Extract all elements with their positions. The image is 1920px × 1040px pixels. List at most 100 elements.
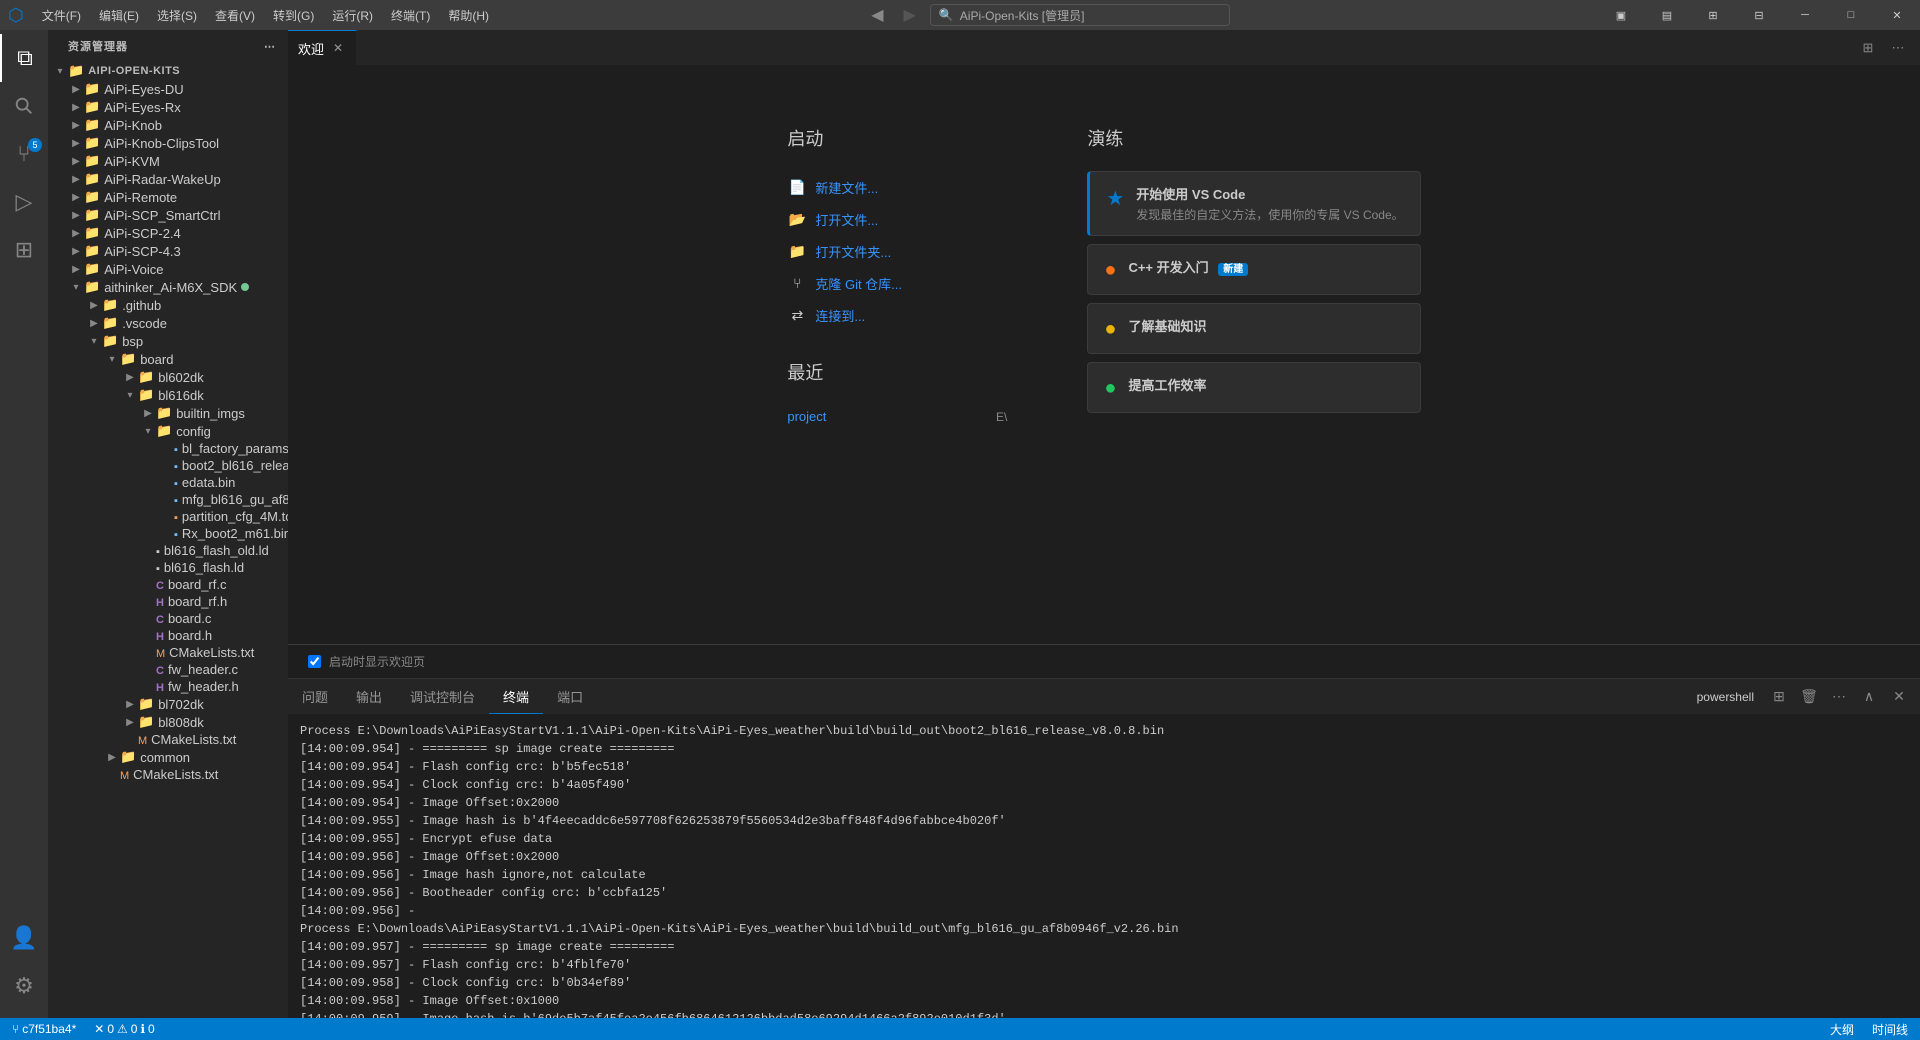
menu-select[interactable]: 选择(S) xyxy=(149,5,205,26)
show-on-startup-checkbox[interactable] xyxy=(308,655,321,668)
tree-item-bl-factory-params[interactable]: ▶ ▪ bl_factory_params_IoTKitA_au... xyxy=(48,440,288,457)
activity-settings-icon[interactable]: ⚙ xyxy=(0,962,48,1010)
tree-item-edata-bin[interactable]: ▶ ▪ edata.bin xyxy=(48,474,288,491)
terminal[interactable]: Process E:\Downloads\AiPiEasyStartV1.1.1… xyxy=(288,714,1920,1018)
tree-item-common[interactable]: ▶ 📁 common xyxy=(48,748,288,766)
tree-item-bl616-flash[interactable]: ▶ ▪ bl616_flash.ld xyxy=(48,559,288,576)
connect-link[interactable]: ⇄ 连接到... xyxy=(787,299,1007,331)
tab-welcome[interactable]: 欢迎 ✕ xyxy=(288,30,357,65)
layout-icon-1[interactable]: ▣ xyxy=(1598,0,1644,30)
layout-icon-2[interactable]: ▤ xyxy=(1644,0,1690,30)
panel-tab-ports[interactable]: 端口 xyxy=(543,679,597,714)
split-terminal-icon[interactable]: ⊞ xyxy=(1766,684,1792,710)
split-editor-icon[interactable]: ⊞ xyxy=(1854,34,1882,62)
tree-item-aipi-kvm[interactable]: ▶ 📁 AiPi-KVM xyxy=(48,152,288,170)
tree-item-aipi-knob[interactable]: ▶ 📁 AiPi-Knob xyxy=(48,116,288,134)
practice-card-basics[interactable]: ● 了解基础知识 xyxy=(1087,303,1420,354)
tree-item-board-rfh[interactable]: ▶ H board_rf.h xyxy=(48,593,288,610)
tree-item-cmakelists-bsp[interactable]: ▶ M CMakeLists.txt xyxy=(48,731,288,748)
tree-item-aipi-scp-2-4[interactable]: ▶ 📁 AiPi-SCP-2.4 xyxy=(48,224,288,242)
tree-item-fw-header-c[interactable]: ▶ C fw_header.c xyxy=(48,661,288,678)
new-file-link[interactable]: 📄 新建文件... xyxy=(787,171,1007,203)
practice-card-vscode[interactable]: ★ 开始使用 VS Code 发现最佳的自定义方法，使用你的专属 VS Code… xyxy=(1087,171,1420,236)
window-close-button[interactable]: ✕ xyxy=(1874,0,1920,30)
menu-view[interactable]: 查看(V) xyxy=(207,5,263,26)
kill-terminal-icon[interactable]: 🗑 xyxy=(1796,684,1822,710)
tree-item-bl602dk[interactable]: ▶ 📁 bl602dk xyxy=(48,368,288,386)
timeline-item[interactable]: 时间线 xyxy=(1868,1018,1912,1040)
tree-item-aipi-scp-4-3[interactable]: ▶ 📁 AiPi-SCP-4.3 xyxy=(48,242,288,260)
tree-item-fw-header-h[interactable]: ▶ H fw_header.h xyxy=(48,678,288,695)
outline-item[interactable]: 大纲 xyxy=(1826,1018,1858,1040)
errors-item[interactable]: ✕ 0 ⚠ 0 ℹ 0 xyxy=(90,1018,158,1040)
activity-extensions-icon[interactable]: ⊞ xyxy=(0,226,48,274)
tree-item-board[interactable]: ▾ 📁 board xyxy=(48,350,288,368)
panel-tab-output[interactable]: 输出 xyxy=(342,679,396,714)
panel-tab-problems[interactable]: 问题 xyxy=(288,679,342,714)
activity-explorer-icon[interactable]: ⧉ xyxy=(0,34,48,82)
menu-terminal[interactable]: 终端(T) xyxy=(383,5,438,26)
menu-edit[interactable]: 编辑(E) xyxy=(91,5,147,26)
panel-tab-debug-console[interactable]: 调试控制台 xyxy=(396,679,489,714)
tree-item-partition-cfg[interactable]: ▶ ▪ partition_cfg_4M.toml xyxy=(48,508,288,525)
tab-close-button[interactable]: ✕ xyxy=(330,40,346,56)
tree-item-config[interactable]: ▾ 📁 config xyxy=(48,422,288,440)
tree-item-cmakelists-bl616[interactable]: ▶ M CMakeLists.txt xyxy=(48,644,288,661)
clone-git-link[interactable]: ⑂ 克隆 Git 仓库... xyxy=(787,267,1007,299)
panel-tab-terminal[interactable]: 终端 xyxy=(489,679,543,714)
tree-item-vscode[interactable]: ▶ 📁 .vscode xyxy=(48,314,288,332)
tab-bar-right: ⊞ ⋯ xyxy=(1854,30,1920,65)
panel-more-icon[interactable]: ⋯ xyxy=(1826,684,1852,710)
menu-help[interactable]: 帮助(H) xyxy=(440,5,497,26)
tree-item-cmakelists-root[interactable]: ▶ M CMakeLists.txt xyxy=(48,766,288,783)
menu-file[interactable]: 文件(F) xyxy=(34,5,89,26)
activity-source-control-icon[interactable]: ⑂ 5 xyxy=(0,130,48,178)
practice-card-productivity[interactable]: ● 提高工作效率 xyxy=(1087,362,1420,413)
tree-item-boot2-bl616[interactable]: ▶ ▪ boot2_bl616_release_v8.0.8.bin xyxy=(48,457,288,474)
menu-goto[interactable]: 转到(G) xyxy=(265,5,322,26)
activity-account-icon[interactable]: 👤 xyxy=(0,914,48,962)
tree-item-board-c[interactable]: ▶ C board.c xyxy=(48,610,288,627)
tree-item-aipi-radar-wakeup[interactable]: ▶ 📁 AiPi-Radar-WakeUp xyxy=(48,170,288,188)
tree-item-bsp[interactable]: ▾ 📁 bsp xyxy=(48,332,288,350)
layout-icon-4[interactable]: ⊟ xyxy=(1736,0,1782,30)
tree-item-bl616-flash-old[interactable]: ▶ ▪ bl616_flash_old.ld xyxy=(48,542,288,559)
menu-run[interactable]: 运行(R) xyxy=(324,5,381,26)
activity-run-debug-icon[interactable]: ▷ xyxy=(0,178,48,226)
layout-icon-3[interactable]: ⊞ xyxy=(1690,0,1736,30)
panel-close-icon[interactable]: ✕ xyxy=(1886,684,1912,710)
tree-item-aipi-remote[interactable]: ▶ 📁 AiPi-Remote xyxy=(48,188,288,206)
open-folder-link[interactable]: 📁 打开文件夹... xyxy=(787,235,1007,267)
tree-item-rx-boot2[interactable]: ▶ ▪ Rx_boot2_m61.bin xyxy=(48,525,288,542)
window-minimize-button[interactable]: ─ xyxy=(1782,0,1828,30)
window-maximize-button[interactable]: □ xyxy=(1828,0,1874,30)
nav-forward-button[interactable]: ▶ xyxy=(898,3,922,27)
tree-item-mfg-bl616[interactable]: ▶ ▪ mfg_bl616_gu_af8b0946f_v2.... xyxy=(48,491,288,508)
activity-search-icon[interactable] xyxy=(0,82,48,130)
tree-item-aithinker-sdk[interactable]: ▾ 📁 aithinker_Ai-M6X_SDK xyxy=(48,278,288,296)
nav-back-button[interactable]: ◀ xyxy=(865,3,889,27)
tree-item-aipi-eyes-du[interactable]: ▶ 📁 AiPi-Eyes-DU xyxy=(48,80,288,98)
more-actions-icon[interactable]: ⋯ xyxy=(1884,34,1912,62)
search-bar[interactable]: 🔍 AiPi-Open-Kits [管理员] xyxy=(930,4,1230,26)
tree-item-bl702dk[interactable]: ▶ 📁 bl702dk xyxy=(48,695,288,713)
practice-card-cpp[interactable]: ● C++ 开发入门 新建 xyxy=(1087,244,1420,295)
tree-item-aipi-eyes-rx[interactable]: ▶ 📁 AiPi-Eyes-Rx xyxy=(48,98,288,116)
tree-item-builtin-imgs[interactable]: ▶ 📁 builtin_imgs xyxy=(48,404,288,422)
git-branch-item[interactable]: ⑂ c7f51ba4* xyxy=(8,1018,80,1040)
tree-item-board-rfc[interactable]: ▶ C board_rf.c xyxy=(48,576,288,593)
tree-item-aipi-scp-smartctrl[interactable]: ▶ 📁 AiPi-SCP_SmartCtrl xyxy=(48,206,288,224)
tree-item-board-h[interactable]: ▶ H board.h xyxy=(48,627,288,644)
open-file-link[interactable]: 📂 打开文件... xyxy=(787,203,1007,235)
tree-item-bl616dk[interactable]: ▾ 📁 bl616dk xyxy=(48,386,288,404)
recent-name[interactable]: project xyxy=(787,409,826,424)
error-icon: ✕ xyxy=(94,1022,104,1036)
tree-item-aipi-voice[interactable]: ▶ 📁 AiPi-Voice xyxy=(48,260,288,278)
folder-icon: 📁 xyxy=(84,171,100,187)
panel-maximize-icon[interactable]: ∧ xyxy=(1856,684,1882,710)
sidebar-more-icon[interactable]: ⋯ xyxy=(264,40,276,53)
tree-item-github[interactable]: ▶ 📁 .github xyxy=(48,296,288,314)
tree-item-aipi-open-kits[interactable]: ▾ 📁 AIPI-OPEN-KITS xyxy=(48,62,288,80)
tree-item-aipi-knob-clipstool[interactable]: ▶ 📁 AiPi-Knob-ClipsTool xyxy=(48,134,288,152)
tree-item-bl808dk[interactable]: ▶ 📁 bl808dk xyxy=(48,713,288,731)
